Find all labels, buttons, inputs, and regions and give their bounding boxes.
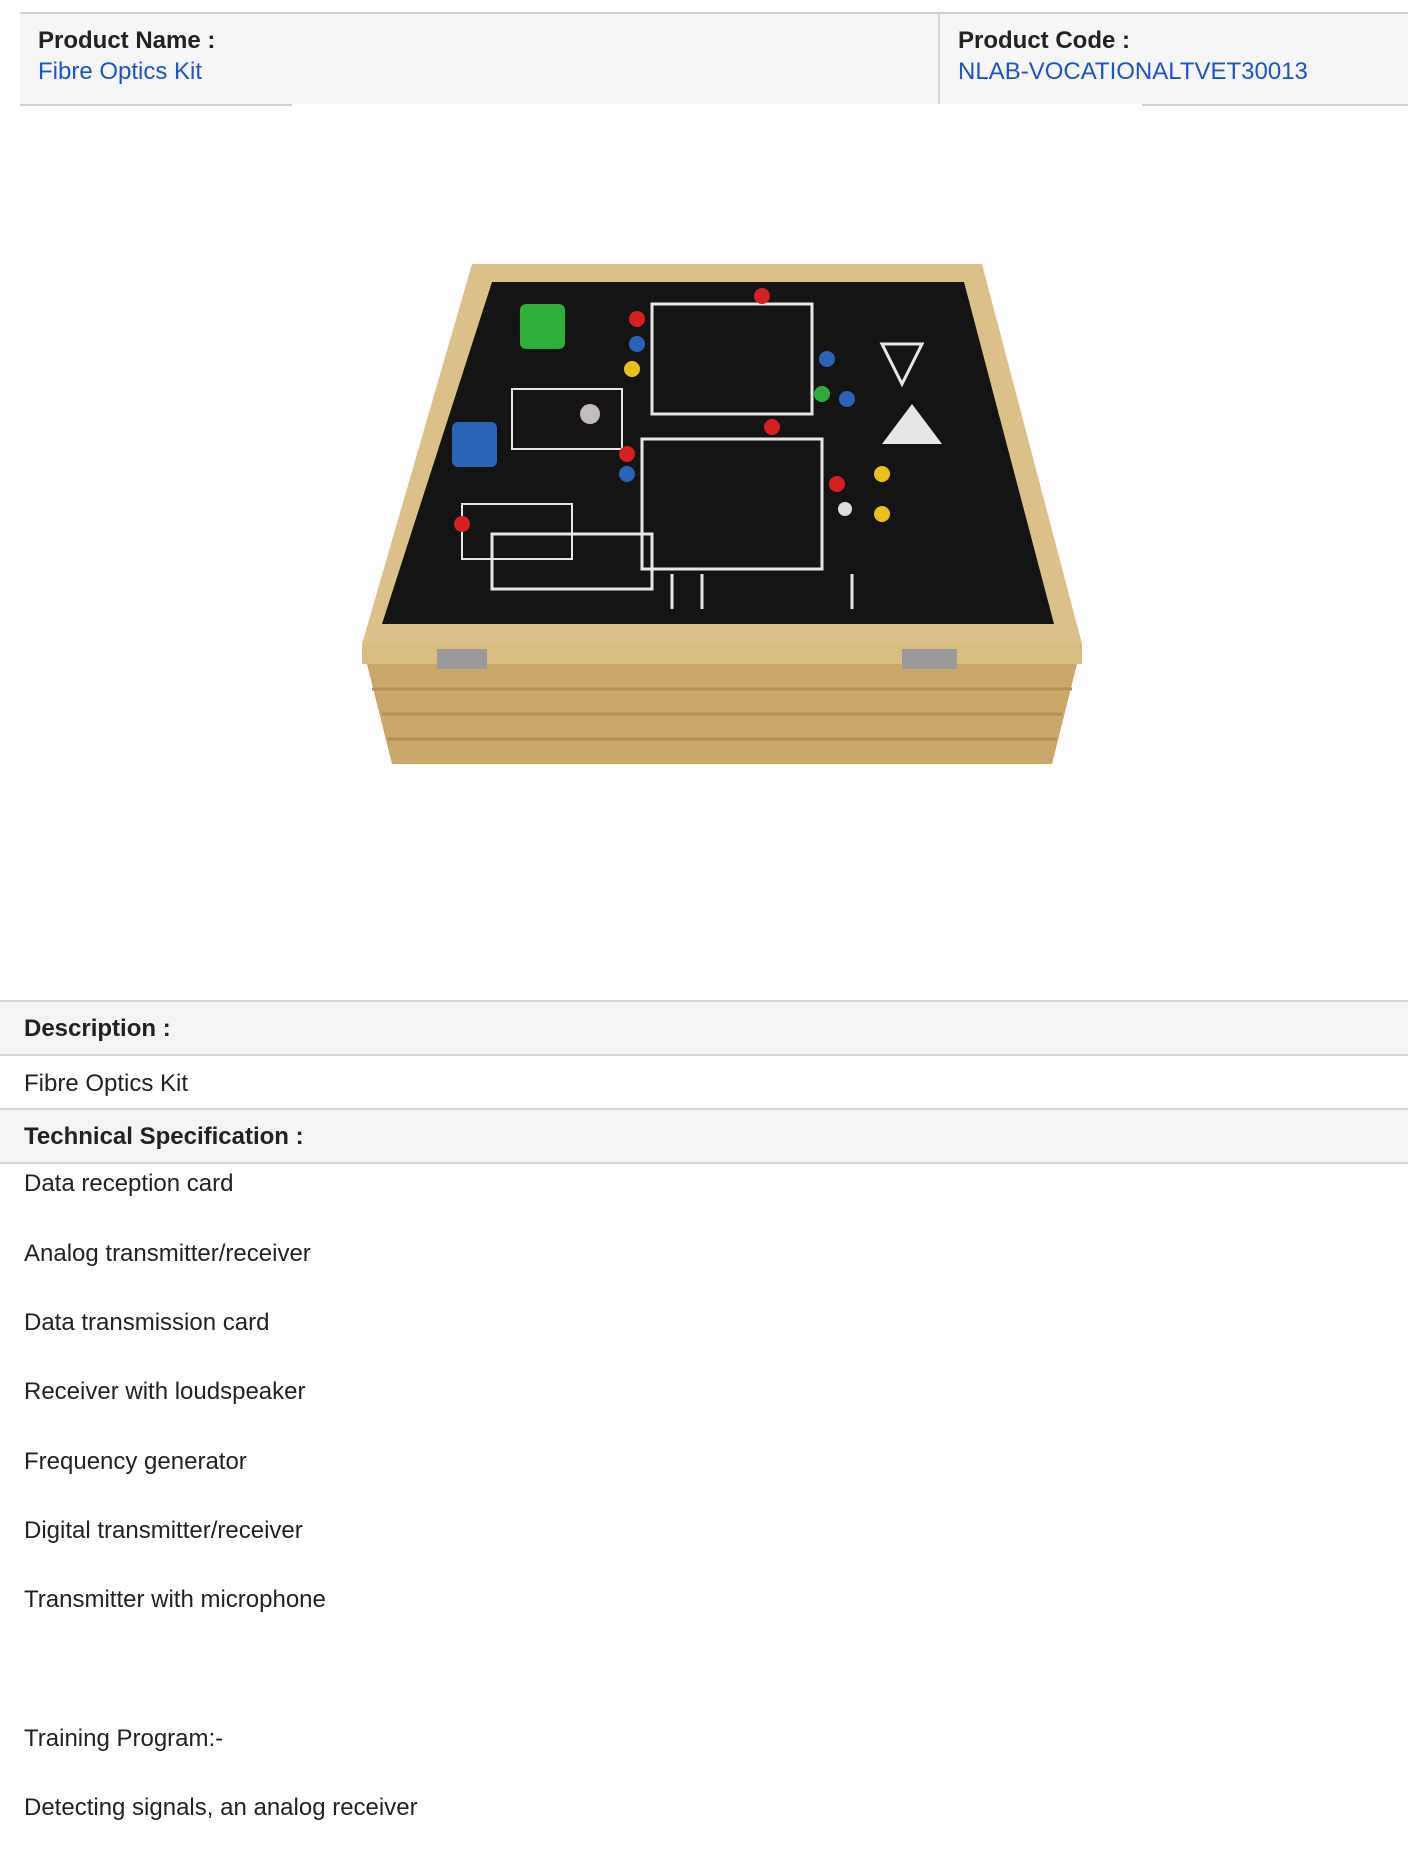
- product-page: Product Name : Fibre Optics Kit Product …: [0, 0, 1408, 1856]
- product-code-label: Product Code :: [958, 27, 1130, 54]
- product-name-label: Product Name :: [38, 27, 216, 54]
- product-code-link[interactable]: NLAB-VOCATIONALTVET30013: [958, 58, 1308, 85]
- description-text: Fibre Optics Kit: [0, 1056, 1408, 1112]
- spec-item: Training Program:-: [24, 1725, 224, 1752]
- product-code-cell: Product Code : NLAB-VOCATIONALTVET30013: [940, 14, 1408, 104]
- spec-item: Receiver with loudspeaker: [24, 1378, 306, 1405]
- product-name-link[interactable]: Fibre Optics Kit: [38, 58, 202, 85]
- technical-specification-heading: Technical Specification :: [0, 1108, 1408, 1164]
- spec-item: Digital transmitter/receiver: [24, 1517, 303, 1544]
- product-image-area: [20, 104, 1408, 984]
- description-heading: Description :: [0, 1000, 1408, 1056]
- spec-item: Detecting signals, an analog receiver: [24, 1794, 418, 1821]
- spec-item: Frequency generator: [24, 1448, 247, 1475]
- spec-item: Data transmission card: [24, 1309, 270, 1336]
- spec-item: Data reception card: [24, 1170, 234, 1197]
- product-photo: [292, 104, 1142, 874]
- spec-item: Analog transmitter/receiver: [24, 1240, 311, 1267]
- spec-item: Transmitter with microphone: [24, 1586, 326, 1613]
- product-name-cell: Product Name : Fibre Optics Kit: [20, 14, 940, 104]
- product-header-table: Product Name : Fibre Optics Kit Product …: [20, 12, 1408, 106]
